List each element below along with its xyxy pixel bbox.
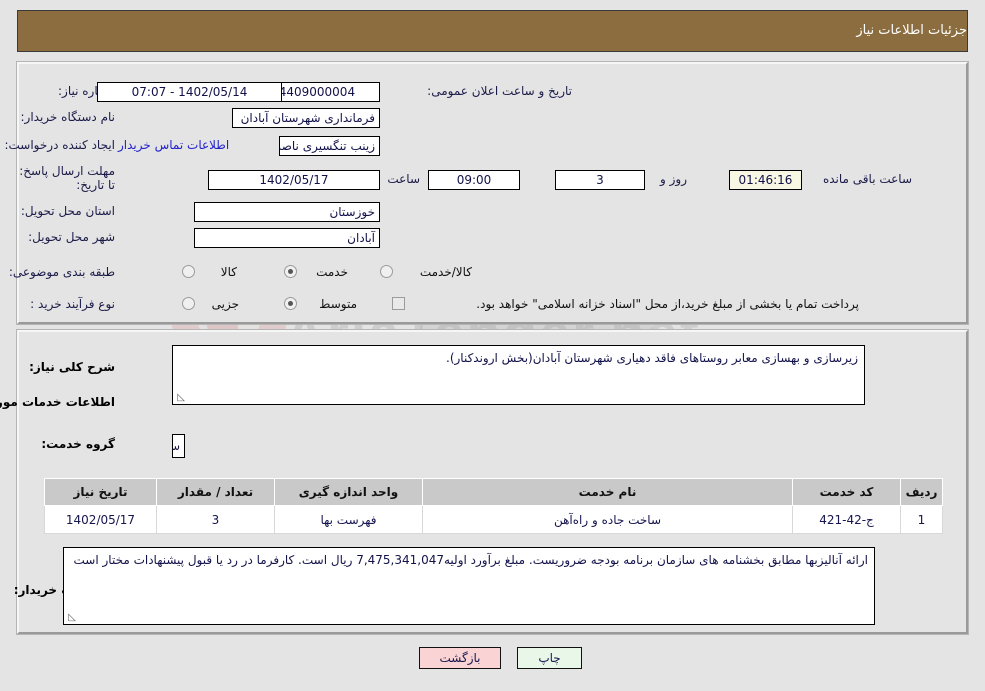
delivery-province-label: استان محل تحویل: <box>20 204 115 218</box>
cell-service-code: ج-42-421 <box>792 505 901 534</box>
deadline-date-value: 1402/05/17 <box>208 170 380 190</box>
buyer-contact-link[interactable]: اطلاعات تماس خریدار <box>118 138 229 152</box>
cell-service-name: ساخت جاده و راه‌آهن <box>422 505 793 534</box>
print-button[interactable]: چاپ <box>517 647 582 669</box>
resize-grip-icon-2[interactable]: ◺ <box>66 613 76 623</box>
deadline-hour-label: ساعت <box>387 172 420 186</box>
window-title-bar: جزئیات اطلاعات نیاز <box>17 10 968 52</box>
general-description-label: شرح کلی نیاز: <box>29 360 115 374</box>
delivery-province-value: خوزستان <box>194 202 380 222</box>
deadline-remaining-value: 01:46:16 <box>729 170 802 190</box>
table-header-row: ردیف کد خدمت نام خدمت واحد اندازه گیری ت… <box>44 478 943 506</box>
th-quantity: تعداد / مقدار <box>156 478 275 506</box>
back-button[interactable]: بازگشت <box>419 647 501 669</box>
buyer-org-label: نام دستگاه خریدار: <box>20 110 116 124</box>
delivery-city-label: شهر محل تحویل: <box>28 230 115 244</box>
buyer-notes-textarea[interactable]: ارائه آنالیزبها مطابق بخشنامه های سازمان… <box>63 547 875 625</box>
general-description-textarea[interactable]: زیرسازی و بهسازی معابر روستاهای فاقد دهی… <box>172 345 865 405</box>
th-need-date: تاریخ نیاز <box>44 478 157 506</box>
buyer-notes-value: ارائه آنالیزبها مطابق بخشنامه های سازمان… <box>73 553 868 567</box>
th-service-code: کد خدمت <box>792 478 901 506</box>
deadline-label: مهلت ارسال پاسخ: تا تاریخ: <box>19 164 115 192</box>
resize-grip-icon[interactable]: ◺ <box>175 393 185 403</box>
th-service-name: نام خدمت <box>422 478 793 506</box>
public-announcement-label: تاریخ و ساعت اعلان عمومی: <box>427 84 572 98</box>
subject-category-label: طبقه بندی موضوعی: <box>8 265 115 279</box>
th-unit: واحد اندازه گیری <box>274 478 423 506</box>
services-section-title: اطلاعات خدمات مورد نیاز <box>0 395 115 409</box>
radio-category-khedmat[interactable] <box>284 265 297 278</box>
radio-process-motavaset-label: متوسط <box>319 297 357 311</box>
radio-process-motavaset[interactable] <box>284 297 297 310</box>
purchase-process-label: نوع فرآیند خرید : <box>30 297 115 311</box>
table-row: 1 ج-42-421 ساخت جاده و راه‌آهن فهرست بها… <box>44 505 943 534</box>
cell-quantity: 3 <box>156 505 275 534</box>
radio-category-kala-khedmat[interactable] <box>380 265 393 278</box>
radio-category-kala[interactable] <box>182 265 195 278</box>
cell-need-date: 1402/05/17 <box>44 505 157 534</box>
th-row-number: ردیف <box>900 478 943 506</box>
delivery-city-value: آبادان <box>194 228 380 248</box>
radio-category-kala-khedmat-label: کالا/خدمت <box>419 265 472 279</box>
treasury-documents-checkbox[interactable] <box>392 297 405 310</box>
radio-category-khedmat-label: خدمت <box>316 265 348 279</box>
deadline-days-label: روز و <box>660 172 687 186</box>
buyer-org-value: فرمانداری شهرستان آبادان <box>232 108 380 128</box>
cell-unit: فهرست بها <box>274 505 423 534</box>
request-creator-label: ایجاد کننده درخواست: <box>4 138 115 152</box>
deadline-remaining-label: ساعت باقی مانده <box>822 172 912 186</box>
cell-row-number: 1 <box>900 505 943 534</box>
request-creator-value: زینب تنگسیری ناصری حسابدار وجمعداراموال … <box>279 136 380 156</box>
service-group-label: گروه خدمت: <box>41 437 115 451</box>
page-root: AriaTender.net جزئیات اطلاعات نیاز شماره… <box>0 0 985 691</box>
services-table: ردیف کد خدمت نام خدمت واحد اندازه گیری ت… <box>44 478 943 534</box>
radio-process-jozei-label: جزیی <box>211 297 239 311</box>
deadline-hour-value: 09:00 <box>428 170 520 190</box>
treasury-documents-label: پرداخت تمام یا بخشی از مبلغ خرید،از محل … <box>476 297 859 311</box>
page-title: جزئیات اطلاعات نیاز <box>856 23 967 38</box>
service-group-value: ساختمان <box>172 434 185 458</box>
public-announcement-value: 07:07 - 1402/05/14 <box>97 82 282 102</box>
deadline-days-value: 3 <box>555 170 645 190</box>
radio-category-kala-label: کالا <box>220 265 237 279</box>
radio-process-jozei[interactable] <box>182 297 195 310</box>
general-description-value: زیرسازی و بهسازی معابر روستاهای فاقد دهی… <box>446 351 858 365</box>
